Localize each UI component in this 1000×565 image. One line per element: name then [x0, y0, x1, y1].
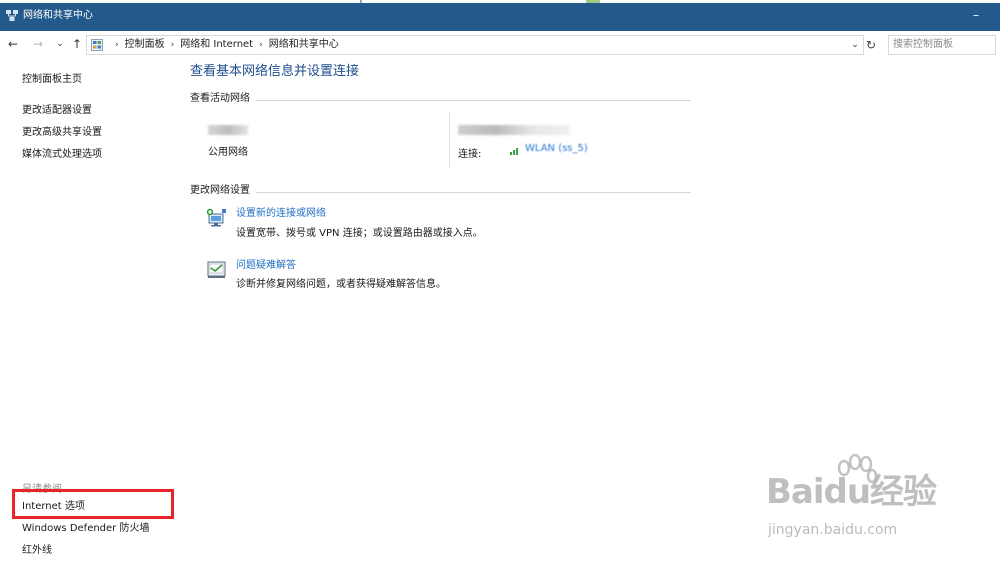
infrared-link[interactable]: 红外线: [22, 545, 52, 557]
internet-options-link[interactable]: Internet 选项: [22, 501, 85, 513]
troubleshoot-icon: [207, 261, 226, 278]
section-divider: [256, 100, 691, 101]
access-type-redacted: [458, 125, 570, 135]
search-input[interactable]: [889, 36, 997, 52]
control-panel-icon: [91, 39, 103, 51]
wifi-signal-icon: [510, 148, 518, 155]
breadcrumb-control-panel[interactable]: 控制面板: [125, 39, 165, 50]
section-divider: [256, 192, 691, 193]
vertical-divider: [449, 111, 450, 169]
network-type-link[interactable]: 公用网络: [208, 143, 248, 158]
set-up-new-connection-description: 设置宽带、拨号或 VPN 连接；或设置路由器或接入点。: [236, 228, 483, 239]
change-adapter-settings-link[interactable]: 更改适配器设置: [22, 105, 92, 117]
media-streaming-options-link[interactable]: 媒体流式处理选项: [22, 149, 102, 161]
search-box[interactable]: [888, 35, 997, 55]
strip-mark: [360, 0, 362, 3]
control-panel-home-link[interactable]: 控制面板主页: [22, 74, 82, 86]
breadcrumb-separator: ›: [115, 40, 119, 50]
change-advanced-sharing-link[interactable]: 更改高级共享设置: [22, 127, 102, 139]
breadcrumb-separator[interactable]: ›: [259, 40, 263, 50]
network-name-redacted: [208, 125, 248, 135]
breadcrumb-separator[interactable]: ›: [171, 40, 175, 50]
left-pane: 控制面板主页 更改适配器设置 更改高级共享设置 媒体流式处理选项 另请参阅 In…: [0, 57, 180, 565]
refresh-button[interactable]: ↻: [864, 38, 878, 52]
minimize-button[interactable]: –: [970, 9, 982, 21]
wlan-connection-link[interactable]: WLAN (ss_5): [525, 143, 588, 154]
breadcrumb-network-sharing-center[interactable]: 网络和共享中心: [269, 39, 339, 50]
set-up-new-connection-link[interactable]: 设置新的连接或网络: [236, 208, 326, 220]
up-button[interactable]: ↑: [70, 37, 84, 51]
navigation-bar: ← → ⌄ ↑ › 控制面板 › 网络和 Internet › 网络和共享中心 ⌄ ↻: [0, 31, 1000, 57]
breadcrumb-network-internet[interactable]: 网络和 Internet: [180, 39, 253, 50]
network-center-icon: [6, 10, 18, 21]
breadcrumb: › 控制面板 › 网络和 Internet › 网络和共享中心: [109, 39, 339, 51]
active-networks-heading: 查看活动网络: [190, 93, 250, 104]
back-button[interactable]: ←: [6, 37, 20, 51]
watermark-url: jingyan.baidu.com: [768, 522, 898, 538]
change-network-settings-heading: 更改网络设置: [190, 185, 250, 196]
troubleshoot-problems-link[interactable]: 问题疑难解答: [236, 260, 296, 272]
address-bar[interactable]: › 控制面板 › 网络和 Internet › 网络和共享中心 ⌄: [86, 35, 864, 55]
windows-defender-firewall-link[interactable]: Windows Defender 防火墙: [22, 523, 149, 535]
forward-button[interactable]: →: [31, 37, 45, 51]
window-title: 网络和共享中心: [23, 10, 93, 21]
recent-locations-button[interactable]: ⌄: [53, 37, 67, 51]
troubleshoot-problems-description: 诊断并修复网络问题，或者获得疑难解答信息。: [236, 279, 446, 290]
watermark-brand: Baidu经验: [766, 472, 937, 512]
baidu-jingyan-watermark: Baidu经验 jingyan.baidu.com: [766, 454, 986, 544]
connections-label: 连接:: [458, 149, 482, 160]
taskbar-strip: [0, 0, 1000, 3]
strip-mark-green: [586, 0, 600, 3]
new-connection-icon: [206, 208, 226, 227]
title-bar: 网络和共享中心 –: [0, 0, 1000, 31]
chevron-down-icon[interactable]: ⌄: [849, 39, 861, 51]
page-title: 查看基本网络信息并设置连接: [190, 64, 360, 79]
